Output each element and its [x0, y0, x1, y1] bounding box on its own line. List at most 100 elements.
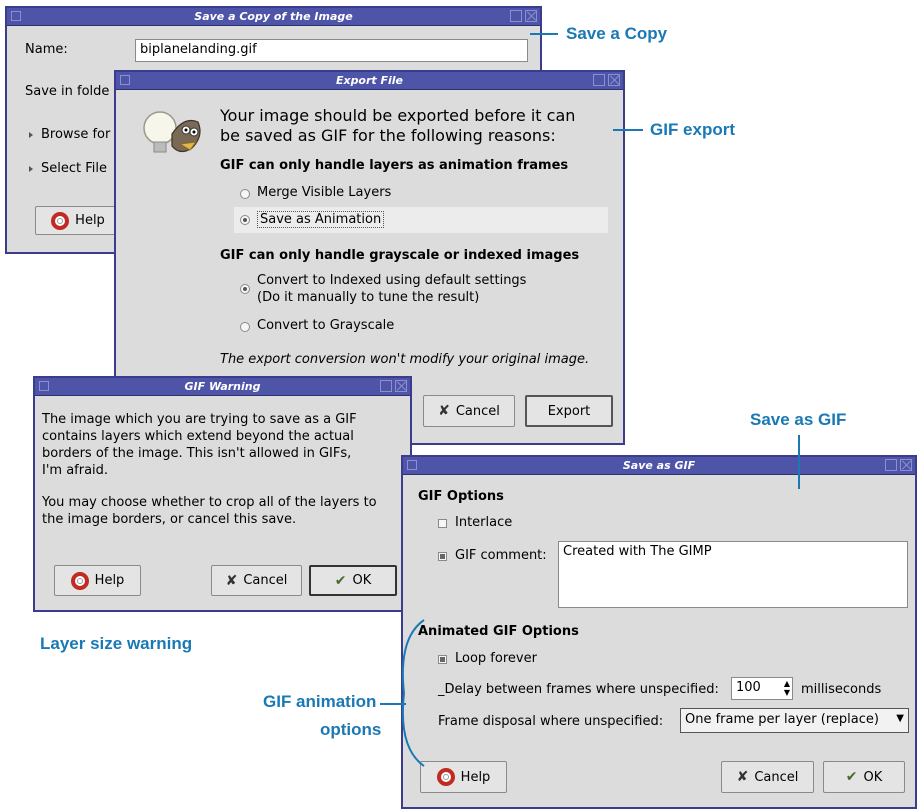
- warning-ok-label: OK: [352, 573, 372, 588]
- gif-warning-titlebar[interactable]: GIF Warning: [35, 378, 410, 396]
- save-copy-leader-line: [530, 33, 558, 35]
- merge-visible-layers-label[interactable]: Merge Visible Layers: [257, 185, 391, 200]
- gif-animation-bracket: [401, 619, 425, 767]
- save-copy-titlebar[interactable]: Save a Copy of the Image: [7, 8, 540, 26]
- help-icon: [436, 768, 455, 786]
- gif-cancel-label: Cancel: [754, 769, 799, 785]
- export-cancel-button[interactable]: ✘ Cancel: [423, 395, 515, 427]
- expander-arrow-icon[interactable]: [29, 132, 33, 138]
- close-icon[interactable]: [395, 380, 407, 392]
- cancel-icon: ✘: [736, 769, 749, 785]
- close-icon[interactable]: [525, 10, 537, 22]
- disposal-label: Frame disposal where unspecified:: [438, 714, 664, 729]
- warning-help-label: Help: [94, 573, 125, 588]
- interlace-label[interactable]: Interlace: [455, 515, 512, 530]
- gif-cancel-button[interactable]: ✘ Cancel: [721, 761, 814, 793]
- delay-spinbutton[interactable]: 100 ▲ ▼: [731, 677, 793, 700]
- export-title: Export File: [335, 74, 404, 87]
- export-button-label: Export: [547, 403, 591, 419]
- convert-indexed-label-line1[interactable]: Convert to Indexed using default setting…: [257, 273, 526, 288]
- loop-forever-label[interactable]: Loop forever: [455, 651, 537, 666]
- help-button-label: Help: [75, 213, 105, 228]
- export-button[interactable]: Export: [525, 395, 613, 427]
- name-label: Name:: [25, 42, 68, 57]
- gif-help-button[interactable]: Help: [420, 761, 507, 793]
- spin-arrows-icon[interactable]: ▲ ▼: [784, 679, 790, 697]
- ok-icon: ✔: [845, 769, 858, 785]
- merge-visible-layers-radio[interactable]: [240, 189, 250, 199]
- delay-unit: milliseconds: [801, 682, 882, 697]
- animated-gif-options-title: Animated GIF Options: [418, 624, 579, 639]
- export-message-line2: be saved as GIF for the following reason…: [220, 126, 556, 145]
- gif-ok-button[interactable]: ✔ OK: [823, 761, 905, 793]
- gif-export-leader-line: [613, 129, 643, 131]
- layers-section-title: GIF can only handle layers as animation …: [220, 158, 569, 173]
- export-cancel-label: Cancel: [455, 403, 500, 419]
- gif-options-title: GIF Options: [418, 489, 504, 504]
- layer-size-warning-annotation: Layer size warning: [40, 634, 193, 653]
- maximize-icon[interactable]: [380, 380, 392, 392]
- cancel-icon: ✘: [225, 572, 238, 589]
- disposal-selected-value: One frame per layer (replace): [685, 712, 879, 727]
- convert-grayscale-label[interactable]: Convert to Grayscale: [257, 318, 394, 333]
- gif-comment-textarea[interactable]: Created with The GIMP: [558, 541, 908, 608]
- gif-comment-value: Created with The GIMP: [563, 544, 712, 559]
- save-as-animation-radio[interactable]: [240, 215, 250, 225]
- warning-cancel-label: Cancel: [243, 573, 288, 588]
- gimp-wilber-icon: [143, 111, 201, 153]
- save-as-gif-title: Save as GIF: [622, 459, 696, 472]
- disposal-select[interactable]: One frame per layer (replace) ▼: [680, 708, 909, 733]
- gif-animation-annotation-line2: options: [320, 720, 382, 739]
- gif-ok-label: OK: [863, 769, 883, 785]
- help-icon: [51, 211, 70, 230]
- save-as-gif-titlebar[interactable]: Save as GIF: [403, 457, 915, 475]
- save-copy-annotation: Save a Copy: [566, 24, 668, 43]
- export-titlebar[interactable]: Export File: [116, 72, 623, 90]
- save-copy-title: Save a Copy of the Image: [194, 10, 353, 23]
- save-as-gif-dialog: Save as GIF GIF Options Interlace GIF co…: [401, 455, 917, 809]
- gif-comment-checkbox[interactable]: [438, 552, 447, 561]
- warning-text-line2: contains layers which extend beyond the …: [42, 429, 354, 444]
- warning-ok-button[interactable]: ✔ OK: [309, 565, 397, 596]
- gif-comment-label[interactable]: GIF comment:: [455, 548, 547, 563]
- save-as-gif-annotation: Save as GIF: [750, 410, 847, 429]
- cancel-icon: ✘: [438, 403, 450, 419]
- save-in-folder-label: Save in folde: [25, 84, 110, 99]
- gif-export-annotation: GIF export: [650, 120, 736, 139]
- name-input[interactable]: biplanelanding.gif: [135, 39, 528, 62]
- close-icon[interactable]: [608, 74, 620, 86]
- browse-expander[interactable]: Browse for: [41, 127, 110, 142]
- close-icon[interactable]: [900, 459, 912, 471]
- export-footer-note: The export conversion won't modify your …: [220, 352, 590, 367]
- loop-forever-checkbox[interactable]: [438, 655, 447, 664]
- maximize-icon[interactable]: [510, 10, 522, 22]
- expander-arrow-icon[interactable]: [29, 166, 33, 172]
- warning-help-button[interactable]: Help: [54, 565, 141, 596]
- save-as-animation-label[interactable]: Save as Animation: [257, 211, 385, 228]
- help-icon: [70, 571, 89, 590]
- convert-grayscale-radio[interactable]: [240, 322, 250, 332]
- delay-label: _Delay between frames where unspecified:: [438, 682, 719, 697]
- help-button[interactable]: Help: [35, 206, 121, 235]
- warning-text-line6: the image borders, or cancel this save.: [42, 512, 297, 527]
- convert-indexed-radio[interactable]: [240, 284, 250, 294]
- name-input-value: biplanelanding.gif: [140, 42, 257, 57]
- save-as-gif-leader-line: [798, 435, 800, 489]
- warning-text-line1: The image which you are trying to save a…: [42, 412, 357, 427]
- gif-animation-annotation-line1: GIF animation: [263, 692, 377, 711]
- warning-text-line5: You may choose whether to crop all of th…: [42, 495, 377, 510]
- chevron-down-icon[interactable]: ▼: [896, 713, 904, 724]
- interlace-checkbox[interactable]: [438, 519, 447, 528]
- gif-warning-title: GIF Warning: [184, 380, 261, 393]
- export-message-line1: Your image should be exported before it …: [220, 106, 576, 125]
- warning-text-line3: borders of the image. This isn't allowed…: [42, 446, 352, 461]
- maximize-icon[interactable]: [885, 459, 897, 471]
- ok-icon: ✔: [334, 572, 347, 589]
- select-file-type-expander[interactable]: Select File: [41, 161, 107, 176]
- convert-indexed-label-line2: (Do it manually to tune the result): [257, 290, 480, 305]
- gif-help-label: Help: [460, 769, 491, 785]
- indexed-section-title: GIF can only handle grayscale or indexed…: [220, 248, 580, 263]
- warning-text-line4: I'm afraid.: [42, 463, 109, 478]
- warning-cancel-button[interactable]: ✘ Cancel: [211, 565, 302, 596]
- maximize-icon[interactable]: [593, 74, 605, 86]
